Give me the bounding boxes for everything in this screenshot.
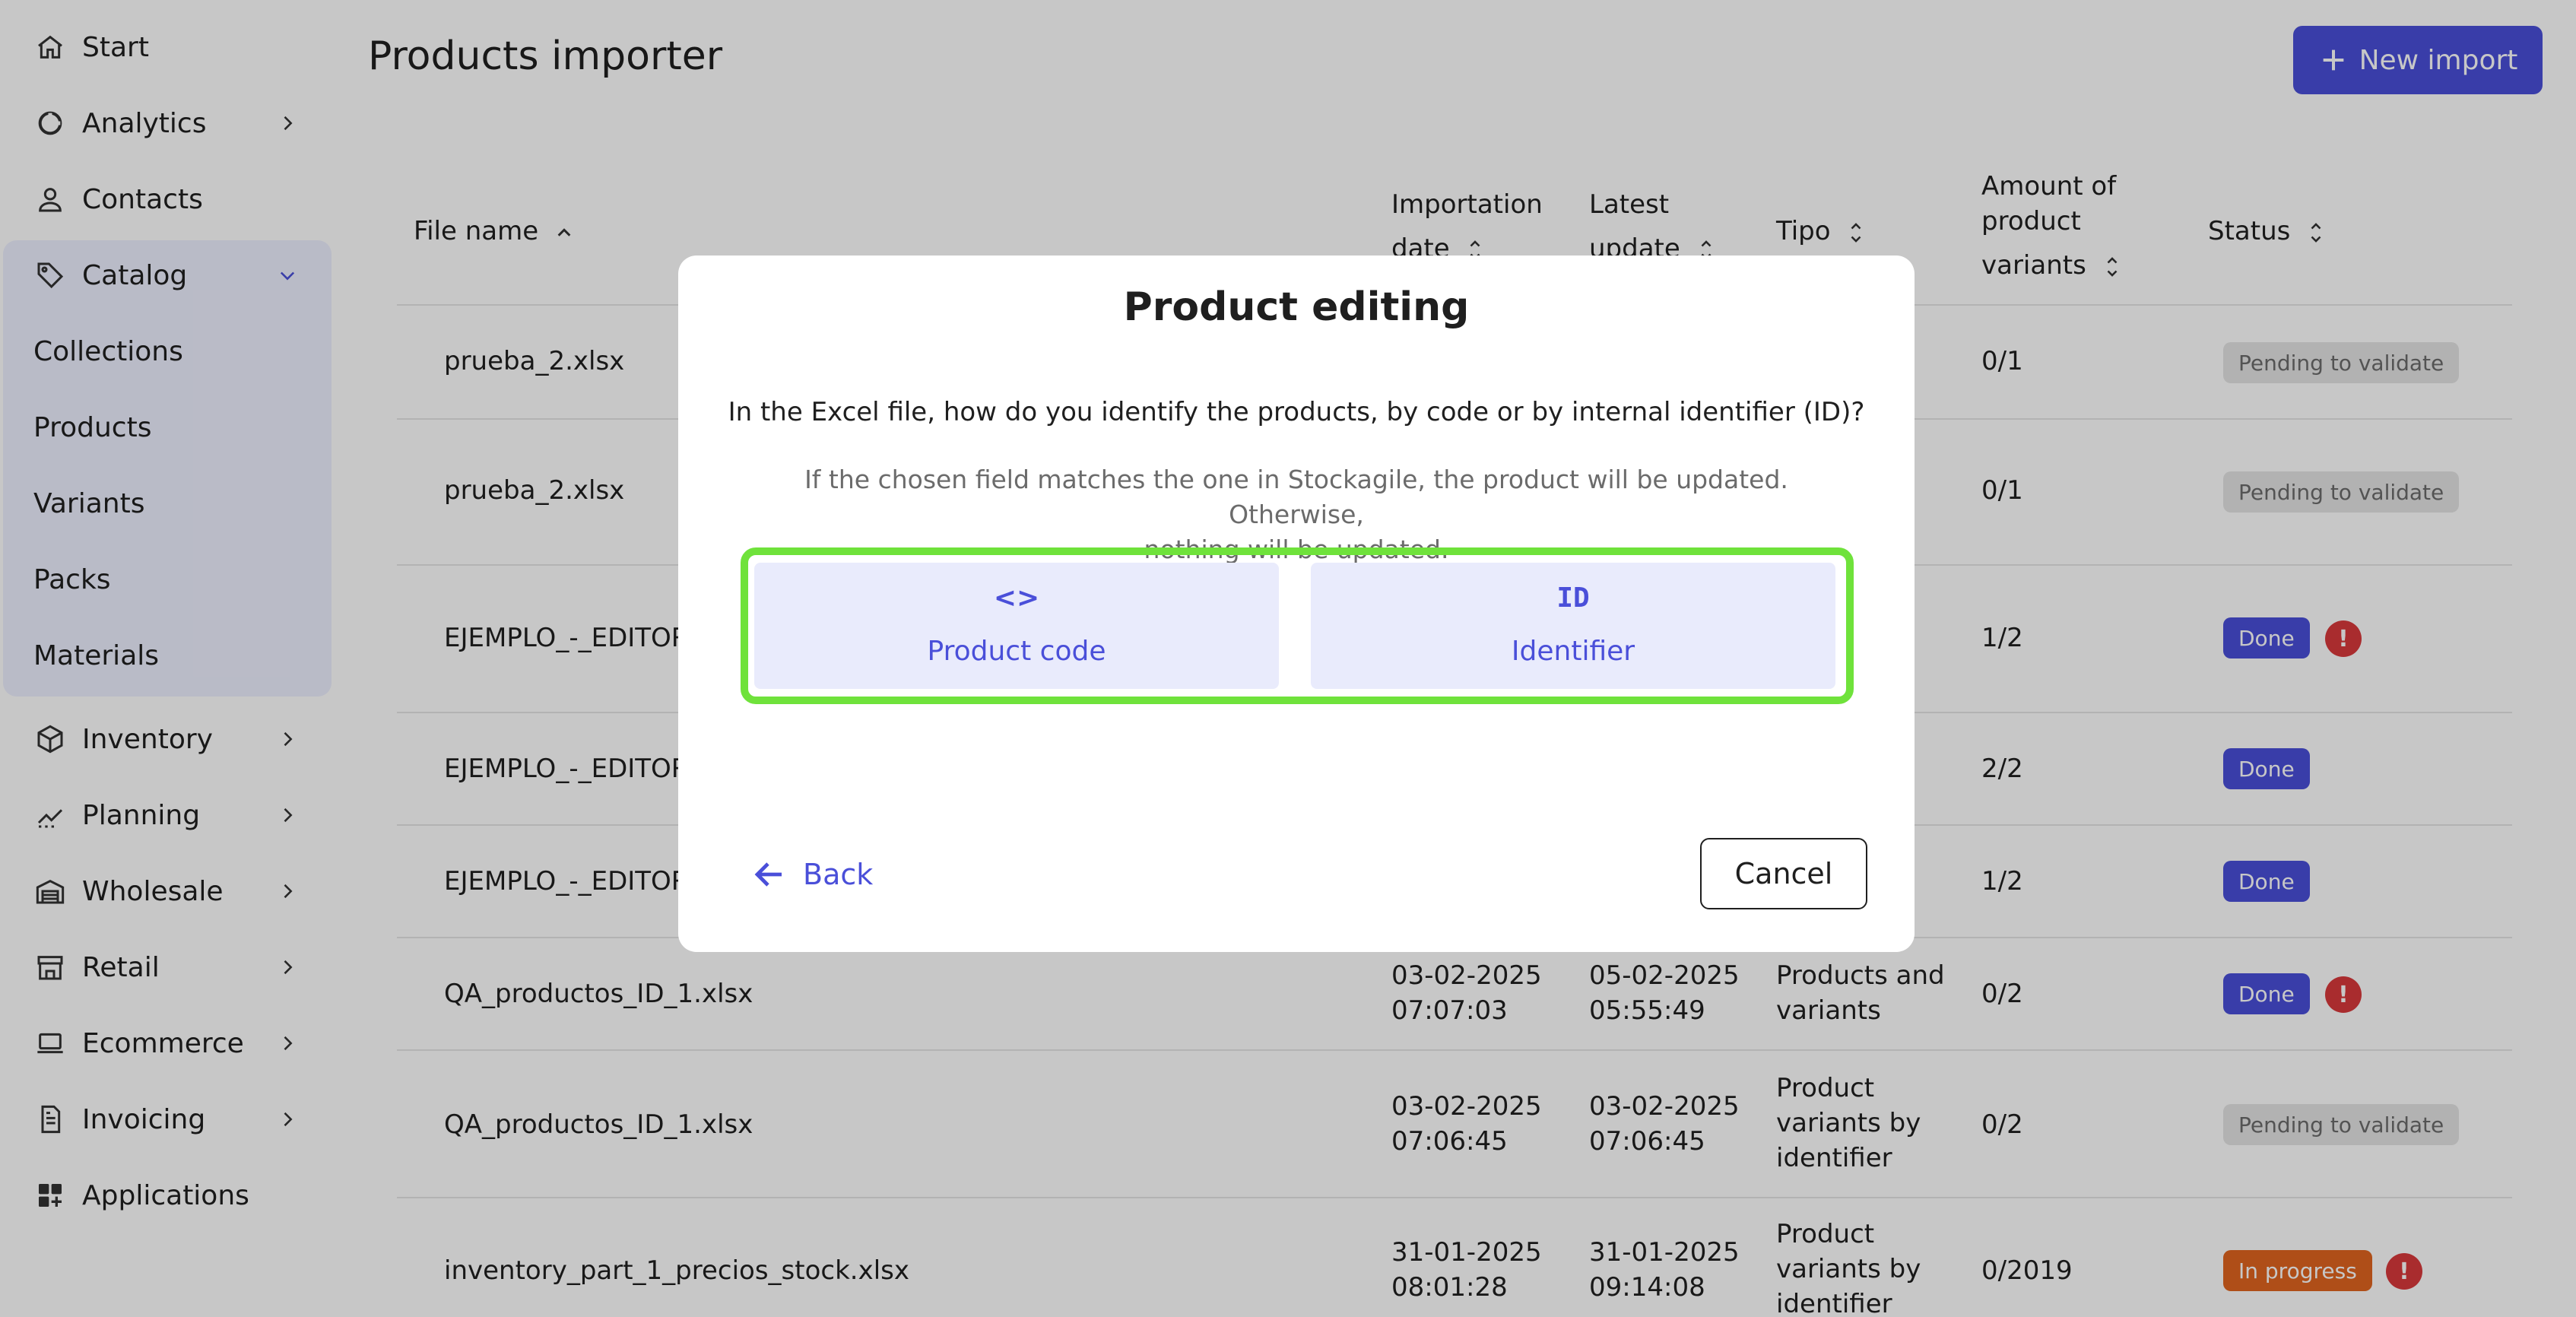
cancel-button[interactable]: Cancel [1700, 838, 1867, 909]
arrow-left-icon [754, 862, 782, 887]
code-icon: <> [993, 582, 1040, 614]
product-code-option[interactable]: <> Product code [754, 563, 1279, 689]
back-button[interactable]: Back [751, 850, 873, 899]
id-icon: ID [1556, 582, 1590, 614]
modal-question: In the Excel file, how do you identify t… [728, 397, 1865, 427]
option-label: Product code [927, 636, 1106, 667]
identifier-option[interactable]: ID Identifier [1311, 563, 1835, 689]
modal-note-line: If the chosen field matches the one in S… [804, 465, 1788, 529]
back-label: Back [803, 858, 874, 891]
modal-title: Product editing [1123, 284, 1470, 330]
product-editing-dialog: Product editing In the Excel file, how d… [678, 255, 1915, 952]
option-label: Identifier [1511, 636, 1635, 667]
